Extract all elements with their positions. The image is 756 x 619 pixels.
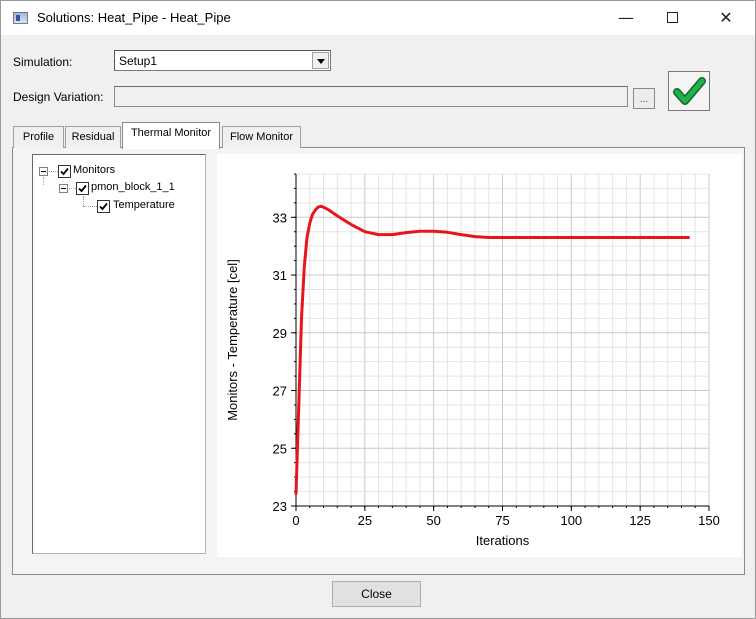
collapse-icon[interactable]: [39, 167, 48, 176]
design-variation-browse-button[interactable]: ...: [633, 88, 655, 109]
title-bar[interactable]: Solutions: Heat_Pipe - Heat_Pipe — ✕: [1, 1, 755, 35]
x-tick-label: 25: [358, 513, 372, 528]
x-tick-label: 0: [292, 513, 299, 528]
tree-connector: [49, 171, 58, 172]
simulation-dropdown[interactable]: Setup1: [114, 50, 331, 71]
simulation-label: Simulation:: [13, 55, 73, 69]
close-window-button[interactable]: ✕: [703, 1, 749, 35]
tree-connector: [83, 206, 97, 207]
x-tick-label: 100: [560, 513, 582, 528]
pmon-block-checkbox[interactable]: [76, 182, 89, 195]
y-tick-label: 25: [273, 441, 287, 456]
tree-connector: [43, 177, 44, 185]
apply-check-button[interactable]: [668, 71, 710, 111]
tab-flow-monitor[interactable]: Flow Monitor: [222, 126, 301, 148]
x-tick-label: 150: [698, 513, 720, 528]
y-tick-label: 31: [273, 268, 287, 283]
y-tick-label: 33: [273, 210, 287, 225]
app-icon: [13, 12, 28, 24]
maximize-icon: [666, 12, 678, 23]
x-tick-label: 50: [426, 513, 440, 528]
design-variation-field[interactable]: [114, 86, 628, 107]
design-variation-label: Design Variation:: [13, 90, 104, 104]
x-axis-label: Iterations: [476, 533, 530, 548]
collapse-icon[interactable]: [59, 184, 68, 193]
checkmark-icon: [673, 77, 706, 105]
simulation-value: Setup1: [119, 54, 158, 68]
tree-item-pmon-block[interactable]: pmon_block_1_1: [91, 181, 175, 193]
monitor-tree: Monitors pmon_block_1_1 Temperature: [32, 154, 206, 554]
tree-connector: [69, 188, 76, 189]
y-tick-label: 27: [273, 384, 287, 399]
solutions-dialog: Solutions: Heat_Pipe - Heat_Pipe — ✕ Sim…: [0, 0, 756, 619]
minimize-button[interactable]: —: [603, 1, 649, 35]
x-tick-label: 125: [629, 513, 651, 528]
x-tick-label: 75: [495, 513, 509, 528]
tab-residual[interactable]: Residual: [65, 126, 121, 148]
y-axis-label: Monitors - Temperature [cel]: [225, 259, 240, 421]
y-tick-label: 29: [273, 326, 287, 341]
maximize-button[interactable]: [649, 1, 695, 35]
chevron-down-icon[interactable]: [312, 52, 329, 69]
monitors-checkbox[interactable]: [58, 165, 71, 178]
tab-profile[interactable]: Profile: [13, 126, 64, 148]
y-tick-label: 23: [273, 499, 287, 514]
tab-thermal-monitor[interactable]: Thermal Monitor: [122, 122, 220, 149]
tree-item-temperature[interactable]: Temperature: [113, 199, 175, 211]
temperature-checkbox[interactable]: [97, 200, 110, 213]
tree-item-monitors[interactable]: Monitors: [73, 164, 115, 176]
tree-connector: [83, 196, 84, 206]
window-title: Solutions: Heat_Pipe - Heat_Pipe: [37, 10, 231, 25]
series-line-temperature: [294, 204, 690, 495]
temperature-chart: 0 25 50 75 100 125 150 23 25 27 29 31 33 Iterations Mo…: [225, 173, 720, 548]
close-button[interactable]: Close: [332, 581, 421, 607]
